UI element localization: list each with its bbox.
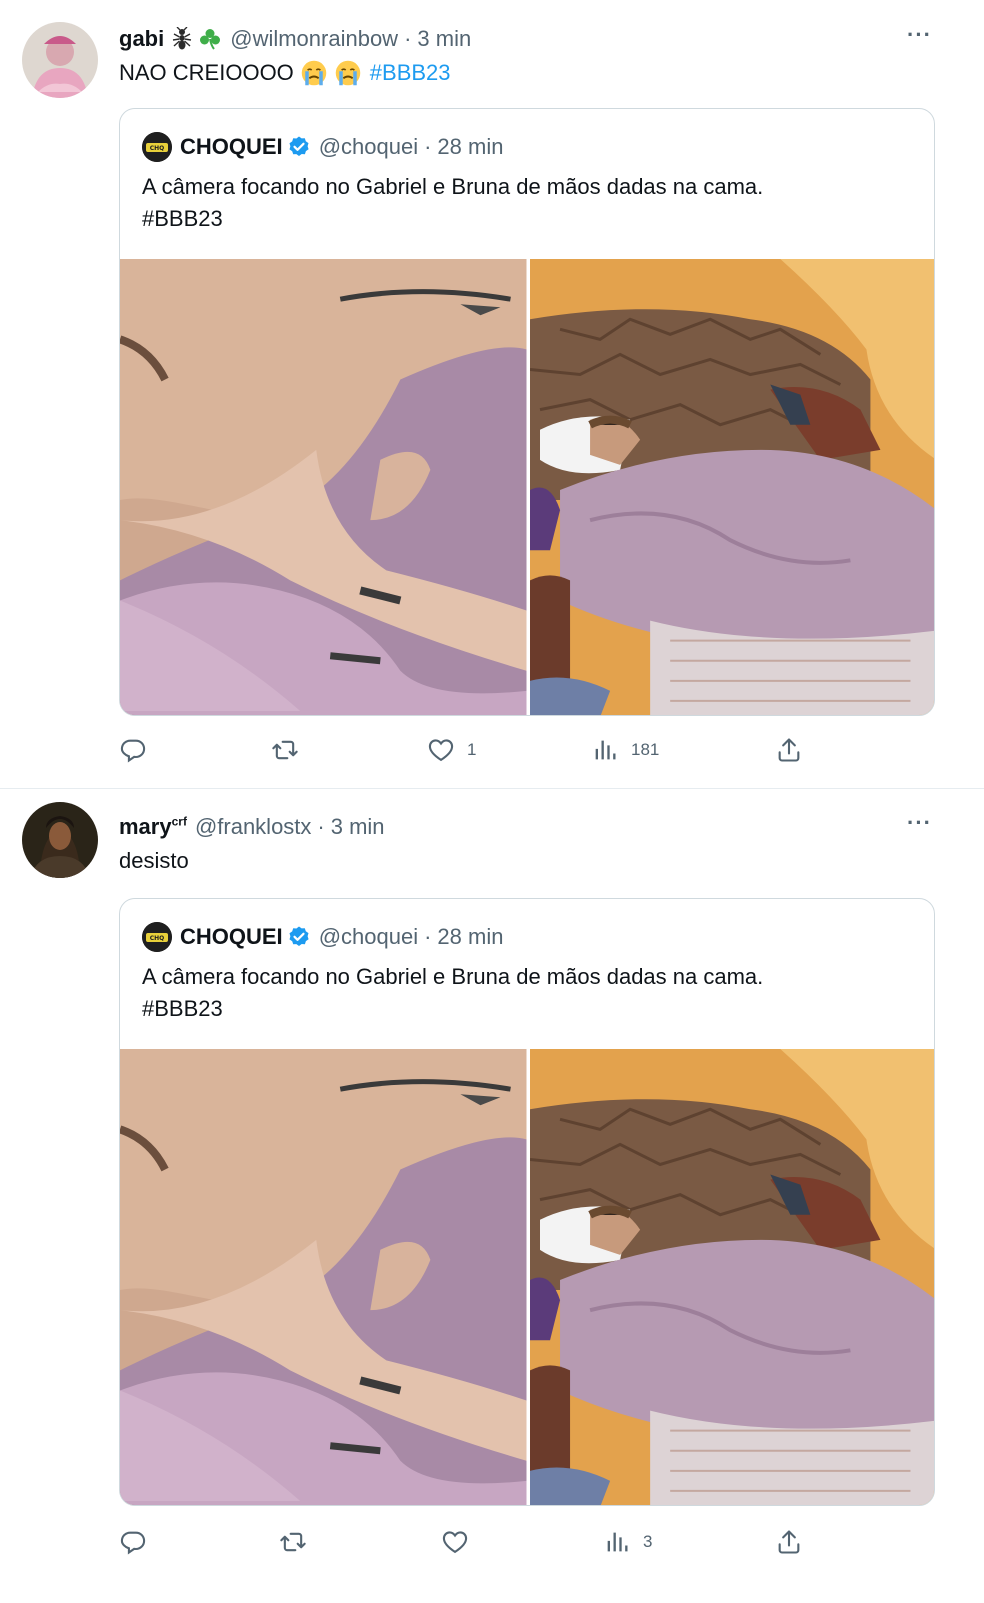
quoted-tweet[interactable]: CHOQUEI @choquei · 28 min A câmera focan… [119,108,935,716]
tweet-text: NAO CREIOOOO #BBB23 [119,58,944,88]
avatar[interactable] [22,22,98,98]
verified-badge-icon [287,135,311,159]
quoted-display-name[interactable]: CHOQUEI [180,134,283,160]
retweet-icon [279,1528,307,1556]
more-options-icon[interactable]: ··· [907,22,932,48]
views-icon [603,1528,631,1556]
quoted-handle[interactable]: @choquei [319,924,418,950]
crying-emoji-icon [334,59,362,87]
like-button[interactable] [441,1528,481,1556]
quoted-text-line: A câmera focando no Gabriel e Bruna de m… [142,964,764,989]
share-icon [775,736,803,764]
retweet-button[interactable] [279,1528,319,1556]
handle[interactable]: @franklostx [195,814,311,840]
like-count: 1 [467,740,477,759]
reply-icon [119,736,147,764]
views-icon [591,736,619,764]
choquei-avatar[interactable] [142,132,172,162]
separator-dot: · [317,814,325,839]
media-grid [120,1049,935,1506]
tweet[interactable]: gabi @wilmonrainbow · 3 min ··· NAO CREI… [0,0,984,789]
like-button[interactable]: 1 [427,736,476,764]
separator-dot: · [424,134,432,159]
crying-emoji-icon [300,59,328,87]
separator-dot: · [404,26,412,51]
tweet-header: marycrf @franklostx · 3 min [119,812,944,842]
share-button[interactable] [775,736,803,764]
quoted-timestamp[interactable]: 28 min [437,924,503,950]
quoted-tweet-header: CHOQUEI @choquei · 28 min [142,922,503,952]
verified-badge-icon [287,925,311,949]
media-image-bed[interactable] [530,1049,936,1506]
quoted-display-name[interactable]: CHOQUEI [180,924,283,950]
timestamp[interactable]: 3 min [417,26,471,52]
quoted-timestamp[interactable]: 28 min [437,134,503,160]
quoted-hashtag[interactable]: #BBB23 [142,203,914,235]
heart-icon [427,736,455,764]
quoted-text-line: A câmera focando no Gabriel e Bruna de m… [142,174,764,199]
quoted-tweet[interactable]: CHOQUEI @choquei · 28 min A câmera focan… [119,898,935,1506]
ant-icon [170,27,194,51]
views-button[interactable]: 181 [591,736,659,764]
shamrock-icon [198,27,222,51]
reply-button[interactable] [119,1528,159,1556]
quoted-tweet-text: A câmera focando no Gabriel e Bruna de m… [142,961,914,1025]
media-grid [120,259,935,716]
tweet-actions: 1 181 [119,736,819,768]
share-icon [775,1528,803,1556]
quoted-tweet-header: CHOQUEI @choquei · 28 min [142,132,503,162]
reply-button[interactable] [119,736,159,764]
more-options-icon[interactable]: ··· [907,810,932,836]
tweet[interactable]: marycrf @franklostx · 3 min ··· desisto … [0,790,984,1603]
avatar[interactable] [22,802,98,878]
display-name[interactable]: marycrf [119,814,187,840]
retweet-button[interactable] [271,736,311,764]
views-count: 181 [631,740,660,759]
quoted-hashtag[interactable]: #BBB23 [142,993,914,1025]
tweet-text-body: desisto [119,848,189,873]
media-image-bed[interactable] [530,259,936,716]
reply-icon [119,1528,147,1556]
tweet-actions: 3 [119,1528,819,1560]
separator-dot: · [424,924,432,949]
quoted-tweet-text: A câmera focando no Gabriel e Bruna de m… [142,171,914,235]
display-name-superscript: crf [171,814,187,829]
views-count: 3 [643,1532,653,1551]
handle[interactable]: @wilmonrainbow [230,26,398,52]
tweet-header: gabi @wilmonrainbow · 3 min [119,24,944,54]
choquei-avatar[interactable] [142,922,172,952]
quoted-handle[interactable]: @choquei [319,134,418,160]
display-name-text: mary [119,814,172,839]
retweet-icon [271,736,299,764]
timestamp[interactable]: 3 min [331,814,385,840]
display-name[interactable]: gabi [119,26,164,52]
share-button[interactable] [775,1528,803,1556]
tweet-text-body: NAO CREIOOOO [119,60,294,85]
views-button[interactable]: 3 [603,1528,652,1556]
media-image-closeup[interactable] [120,259,527,716]
heart-icon [441,1528,469,1556]
media-image-closeup[interactable] [120,1049,527,1506]
tweet-text: desisto [119,846,944,876]
hashtag-link[interactable]: #BBB23 [370,58,451,88]
